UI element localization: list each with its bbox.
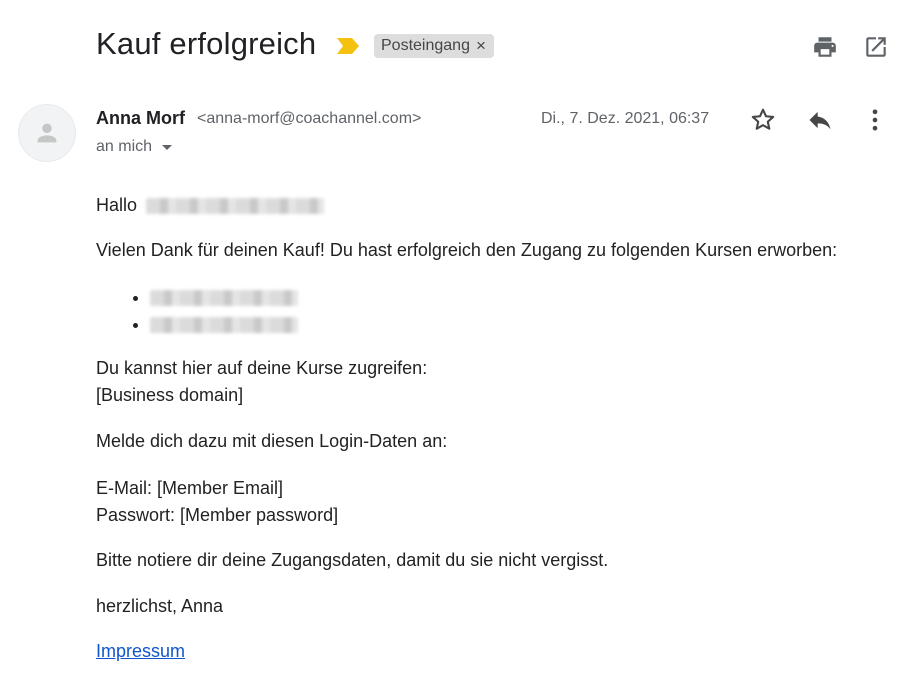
chevron-down-icon[interactable]	[162, 144, 173, 150]
redacted-name	[146, 198, 325, 215]
list-item	[150, 311, 298, 338]
print-icon[interactable]	[812, 34, 838, 60]
access-line: Du kannst hier auf deine Kurse zugreifen…	[96, 358, 428, 378]
impressum-link[interactable]: Impressum	[96, 641, 185, 661]
redacted-course	[150, 290, 298, 307]
greeting-line: Hallo	[96, 192, 325, 219]
course-list	[120, 284, 298, 338]
access-paragraph: Du kannst hier auf deine Kurse zugreifen…	[96, 355, 427, 409]
redacted-course	[150, 317, 298, 334]
avatar[interactable]	[18, 104, 76, 162]
label-chip-inbox: Posteingang ×	[374, 34, 494, 58]
more-vert-icon[interactable]	[861, 106, 889, 134]
sender-email: <anna-morf@coachannel.com>	[197, 110, 422, 127]
signoff: herzlichst, Anna	[96, 596, 224, 616]
credentials: E-Mail: [Member Email] Passwort: [Member…	[96, 475, 338, 529]
person-icon	[37, 123, 57, 143]
password-credential: Passwort: [Member password]	[96, 505, 339, 525]
impressum-line: Impressum	[96, 638, 185, 665]
thanks-paragraph: Vielen Dank für deinen Kauf! Du hast erf…	[96, 240, 838, 260]
greeting-text: Hallo	[96, 195, 138, 215]
sender-name[interactable]: Anna Morf	[96, 108, 185, 129]
recipient-details[interactable]: an mich	[96, 138, 173, 156]
email-subject: Kauf erfolgreich	[96, 26, 317, 61]
recipient-label: an mich	[96, 138, 153, 155]
label-chip-text: Posteingang	[381, 37, 470, 54]
remove-label-button[interactable]: ×	[476, 36, 486, 56]
star-icon[interactable]	[749, 106, 777, 134]
business-domain: [Business domain]	[96, 385, 244, 405]
reply-icon[interactable]	[806, 106, 834, 134]
message-date: Di., 7. Dez. 2021, 06:37	[541, 110, 710, 127]
email-credential: E-Mail: [Member Email]	[96, 478, 284, 498]
login-intro: Melde dich dazu mit diesen Login-Daten a…	[96, 431, 448, 451]
note-paragraph: Bitte notiere dir deine Zugangsdaten, da…	[96, 550, 609, 570]
list-item	[150, 284, 298, 311]
open-in-new-window-icon[interactable]	[863, 34, 889, 60]
important-marker-icon[interactable]	[337, 38, 359, 54]
